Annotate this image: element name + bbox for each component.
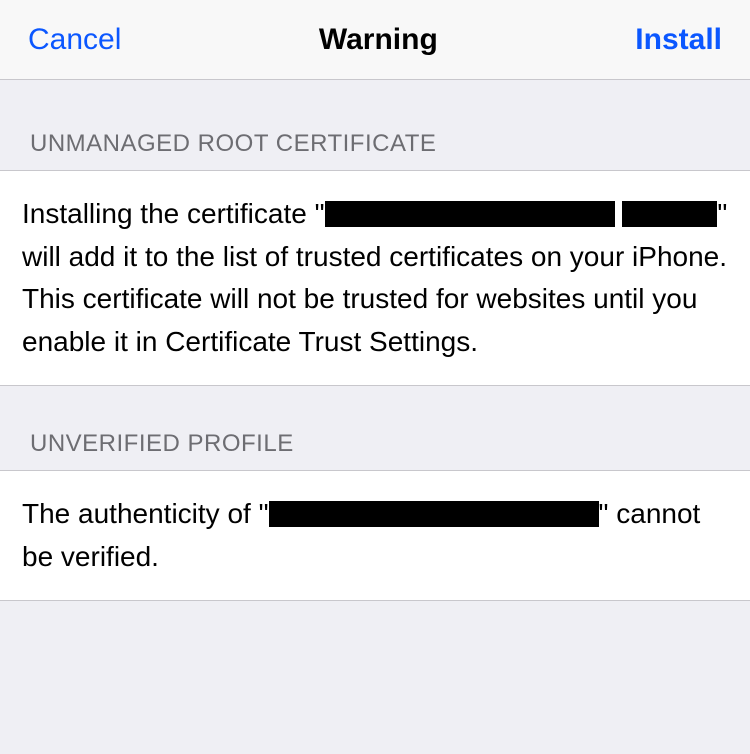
- section-body-unverified-profile: The authenticity of "" cannot be verifie…: [0, 470, 750, 601]
- redacted-certificate-name-part1: [325, 201, 615, 227]
- section-body-unmanaged-root: Installing the certificate " " will add …: [0, 170, 750, 386]
- cancel-button[interactable]: Cancel: [28, 23, 121, 57]
- navbar: Cancel Warning Install: [0, 0, 750, 80]
- page-title: Warning: [319, 23, 438, 57]
- unverified-profile-text-pre: The authenticity of ": [22, 498, 269, 529]
- install-button[interactable]: Install: [635, 23, 722, 57]
- section-header-unmanaged-root: UNMANAGED ROOT CERTIFICATE: [0, 80, 750, 170]
- redacted-profile-name: [269, 501, 599, 527]
- redacted-certificate-name-part2: [622, 201, 717, 227]
- section-header-unverified-profile: UNVERIFIED PROFILE: [0, 386, 750, 470]
- unmanaged-root-text-pre: Installing the certificate ": [22, 198, 325, 229]
